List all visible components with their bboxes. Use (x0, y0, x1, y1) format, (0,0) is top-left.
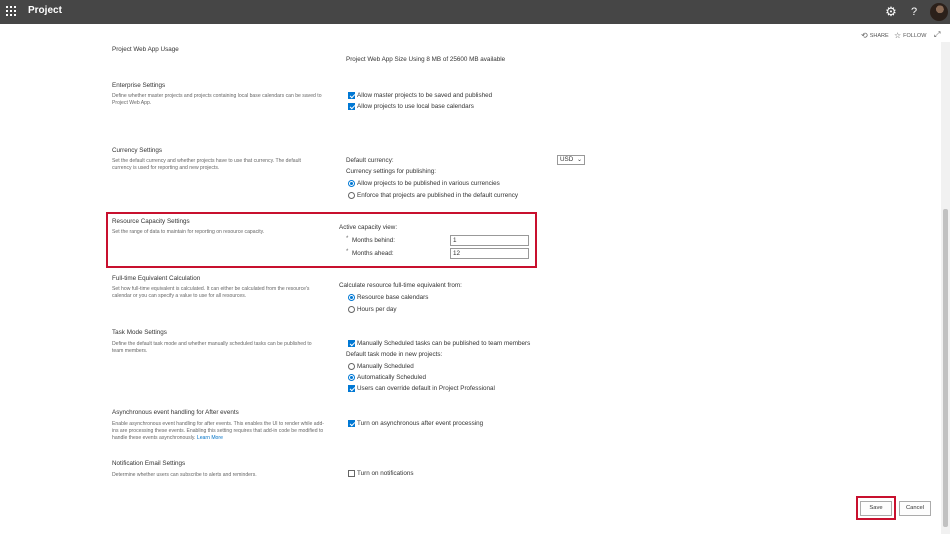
suite-bar: Project ⚙ ? (0, 0, 950, 24)
manual-tasks-publish-label: Manually Scheduled tasks can be publishe… (357, 340, 531, 347)
star-icon: ☆ (894, 31, 902, 40)
pwa-usage-value: Project Web App Size Using 8 MB of 25600… (346, 56, 506, 63)
default-task-mode-label: Default task mode in new projects: (346, 351, 443, 358)
fte-calc-label: Calculate resource full-time equivalent … (339, 282, 462, 289)
currency-desc: Set the default currency and whether pro… (112, 158, 301, 171)
automatically-scheduled-radio[interactable] (348, 374, 355, 381)
async-processing-checkbox[interactable] (348, 420, 355, 427)
currency-select[interactable]: USD ⌄ (557, 155, 585, 165)
currency-title: Currency Settings (112, 147, 163, 154)
pwa-usage-title: Project Web App Usage (112, 46, 179, 53)
manual-tasks-publish-checkbox[interactable] (348, 340, 355, 347)
months-behind-input[interactable]: 1 (450, 235, 529, 246)
allow-master-projects-checkbox[interactable] (348, 92, 355, 99)
fte-hours-per-day-label: Hours per day (357, 306, 397, 313)
months-ahead-label: Months ahead: (352, 250, 394, 257)
fte-base-calendars-label: Resource base calendars (357, 294, 429, 301)
app-title[interactable]: Project (28, 5, 62, 16)
notification-desc: Determine whether users can subscribe to… (112, 472, 257, 478)
allow-local-calendars-label: Allow projects to use local base calenda… (357, 103, 474, 110)
save-button[interactable]: Save (860, 501, 892, 516)
notifications-label: Turn on notifications (357, 470, 414, 477)
share-label: SHARE (869, 32, 889, 39)
enterprise-title: Enterprise Settings (112, 82, 166, 89)
question-mark-icon[interactable]: ? (908, 5, 920, 19)
task-mode-title: Task Mode Settings (112, 329, 167, 336)
fte-base-calendars-radio[interactable] (348, 294, 355, 301)
gear-icon[interactable]: ⚙ (884, 5, 898, 19)
currency-various-label: Allow projects to be published in variou… (357, 180, 500, 187)
task-mode-desc: Define the default task mode and whether… (112, 341, 312, 354)
currency-various-radio[interactable] (348, 180, 355, 187)
currency-default-radio[interactable] (348, 192, 355, 199)
share-icon: ⟲ (861, 31, 868, 40)
months-ahead-input[interactable]: 12 (450, 248, 529, 259)
automatically-scheduled-label: Automatically Scheduled (357, 374, 426, 381)
default-currency-label: Default currency: (346, 157, 394, 164)
chevron-down-icon: ⌄ (576, 157, 582, 163)
app-launcher-icon[interactable] (6, 6, 18, 18)
allow-local-calendars-checkbox[interactable] (348, 103, 355, 110)
fte-title: Full-time Equivalent Calculation (112, 275, 201, 282)
required-mark: * (346, 236, 349, 242)
manually-scheduled-radio[interactable] (348, 363, 355, 370)
currency-select-value: USD (560, 156, 574, 163)
currency-publishing-label: Currency settings for publishing: (346, 168, 436, 175)
follow-button[interactable]: ☆ FOLLOW (894, 31, 926, 40)
async-processing-label: Turn on asynchronous after event process… (357, 420, 484, 427)
cancel-button[interactable]: Cancel (899, 501, 931, 516)
resource-capacity-title: Resource Capacity Settings (112, 218, 190, 225)
months-behind-label: Months behind: (352, 237, 396, 244)
manually-scheduled-label: Manually Scheduled (357, 363, 414, 370)
scrollbar-thumb[interactable] (943, 209, 948, 527)
enterprise-desc: Define whether master projects and proje… (112, 93, 322, 106)
share-button[interactable]: ⟲ SHARE (861, 31, 889, 40)
async-title: Asynchronous event handling for After ev… (112, 409, 239, 416)
users-override-label: Users can override default in Project Pr… (357, 385, 495, 392)
notification-title: Notification Email Settings (112, 460, 186, 467)
required-mark: * (346, 249, 349, 255)
expand-icon[interactable]: ⤢ (934, 30, 943, 39)
avatar[interactable] (930, 3, 948, 21)
active-capacity-label: Active capacity view: (339, 224, 398, 231)
fte-desc: Set how full-time equivalent is calculat… (112, 286, 310, 299)
notifications-checkbox[interactable] (348, 470, 355, 477)
resource-capacity-desc: Set the range of data to maintain for re… (112, 229, 265, 235)
currency-default-label: Enforce that projects are published in t… (357, 192, 519, 199)
follow-label: FOLLOW (903, 32, 927, 39)
async-desc: Enable asynchronous event handling for a… (112, 421, 324, 442)
fte-hours-per-day-radio[interactable] (348, 306, 355, 313)
allow-master-projects-label: Allow master projects to be saved and pu… (357, 92, 493, 99)
learn-more-link[interactable]: Learn More (197, 435, 223, 441)
users-override-checkbox[interactable] (348, 385, 355, 392)
